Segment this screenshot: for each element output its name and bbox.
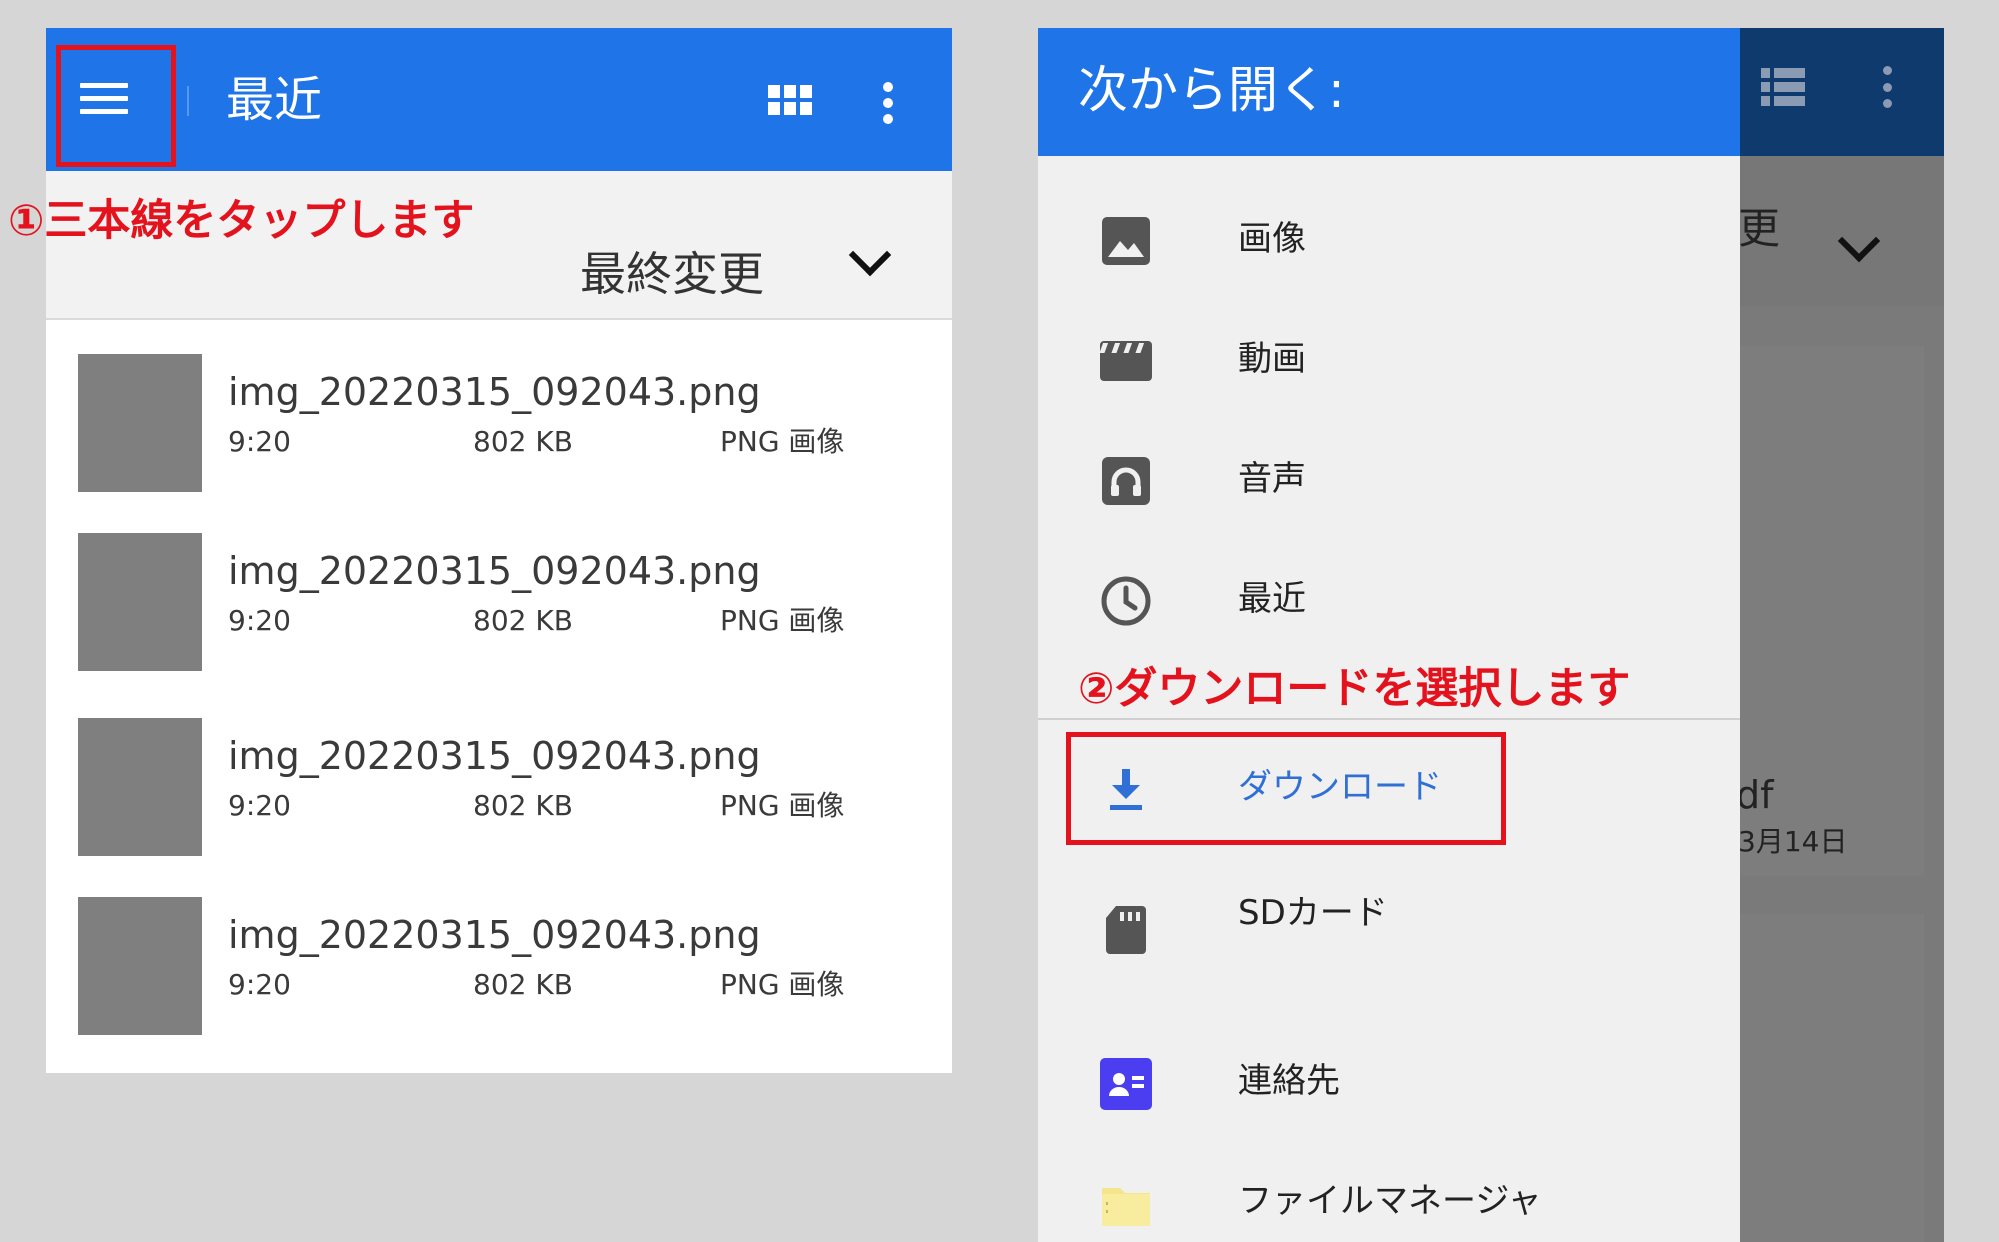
app-bar-divider xyxy=(187,86,189,116)
file-time: 9:20 xyxy=(228,604,291,637)
app-bar: 最近 xyxy=(46,28,952,171)
open-with-screen: 更 df 3月14日 次から開く: 画像 動画 音声 最近 ②ダウンロードを選択… xyxy=(1038,28,1944,1242)
drawer-item-sd-card[interactable]: SDカード xyxy=(1038,864,1740,964)
file-thumbnail xyxy=(78,897,202,1035)
file-name: img_20220315_092043.png xyxy=(228,370,761,414)
file-size: 802 KB xyxy=(473,968,573,1001)
list-item[interactable]: img_20220315_092043.png 9:20 802 KB PNG … xyxy=(46,718,952,858)
drawer-item-label: 動画 xyxy=(1238,339,1306,379)
more-options-icon[interactable] xyxy=(882,82,894,124)
highlight-box-download xyxy=(1066,732,1506,845)
highlight-box-menu xyxy=(56,45,176,167)
drawer-item-label: 音声 xyxy=(1238,459,1306,499)
headphones-icon xyxy=(1102,457,1150,505)
file-time: 9:20 xyxy=(228,968,291,1001)
drawer-header: 次から開く: xyxy=(1038,28,1740,156)
drawer-item-images[interactable]: 画像 xyxy=(1038,190,1740,290)
dimmed-sort-label: 更 xyxy=(1738,204,1781,253)
file-thumbnail xyxy=(78,718,202,856)
file-type: PNG 画像 xyxy=(720,425,845,458)
recent-files-screen: 最近 最終変更 img_20220315_092043.png 9:20 802… xyxy=(46,28,952,1073)
file-name: img_20220315_092043.png xyxy=(228,913,761,957)
drawer-title: 次から開く: xyxy=(1078,61,1345,119)
list-item[interactable]: img_20220315_092043.png 9:20 802 KB PNG … xyxy=(46,533,952,673)
dimmed-file-date: 3月14日 xyxy=(1738,825,1848,858)
drawer-item-label: 連絡先 xyxy=(1238,1061,1340,1101)
more-options-icon xyxy=(1881,66,1893,108)
drawer-item-label: ファイルマネージャ xyxy=(1238,1181,1542,1221)
dimmed-file-name: df xyxy=(1736,773,1774,817)
drawer-item-label: 最近 xyxy=(1238,579,1306,619)
drawer-item-file-manager[interactable]: ファイルマネージャ xyxy=(1038,1156,1740,1242)
file-name: img_20220315_092043.png xyxy=(228,549,761,593)
drawer-item-recent[interactable]: 最近 xyxy=(1038,550,1740,650)
list-item[interactable]: img_20220315_092043.png 9:20 802 KB PNG … xyxy=(46,897,952,1037)
file-name: img_20220315_092043.png xyxy=(228,734,761,778)
sort-label[interactable]: 最終変更 xyxy=(580,246,764,302)
file-size: 802 KB xyxy=(473,604,573,637)
drawer-item-label: SDカード xyxy=(1238,893,1388,933)
file-size: 802 KB xyxy=(473,425,573,458)
folder-icon xyxy=(1102,1188,1150,1226)
file-size: 802 KB xyxy=(473,789,573,822)
annotation-step-1: ①三本線をタップします xyxy=(8,196,475,246)
annotation-step-2: ②ダウンロードを選択します xyxy=(1078,664,1631,714)
video-clapper-icon xyxy=(1100,341,1152,381)
file-time: 9:20 xyxy=(228,425,291,458)
drawer-item-contacts[interactable]: 連絡先 xyxy=(1038,1036,1740,1136)
drawer-item-label: 画像 xyxy=(1238,219,1306,259)
drawer-divider xyxy=(1038,718,1740,720)
list-item[interactable]: img_20220315_092043.png 9:20 802 KB PNG … xyxy=(46,354,952,494)
file-thumbnail xyxy=(78,533,202,671)
drawer-item-videos[interactable]: 動画 xyxy=(1038,310,1740,410)
file-type: PNG 画像 xyxy=(720,968,845,1001)
grid-view-icon[interactable] xyxy=(768,85,812,117)
dimmed-file-card xyxy=(1738,914,1924,1242)
file-type: PNG 画像 xyxy=(720,789,845,822)
file-time: 9:20 xyxy=(228,789,291,822)
open-with-drawer: 次から開く: 画像 動画 音声 最近 ②ダウンロードを選択します ダウンロード … xyxy=(1038,28,1740,1242)
file-thumbnail xyxy=(78,354,202,492)
file-type: PNG 画像 xyxy=(720,604,845,637)
sd-card-icon xyxy=(1106,906,1146,954)
drawer-item-audio[interactable]: 音声 xyxy=(1038,430,1740,530)
contacts-icon xyxy=(1100,1058,1152,1110)
clock-icon xyxy=(1101,576,1151,626)
list-view-icon xyxy=(1761,68,1805,106)
page-title: 最近 xyxy=(226,72,323,128)
image-icon xyxy=(1102,217,1150,265)
